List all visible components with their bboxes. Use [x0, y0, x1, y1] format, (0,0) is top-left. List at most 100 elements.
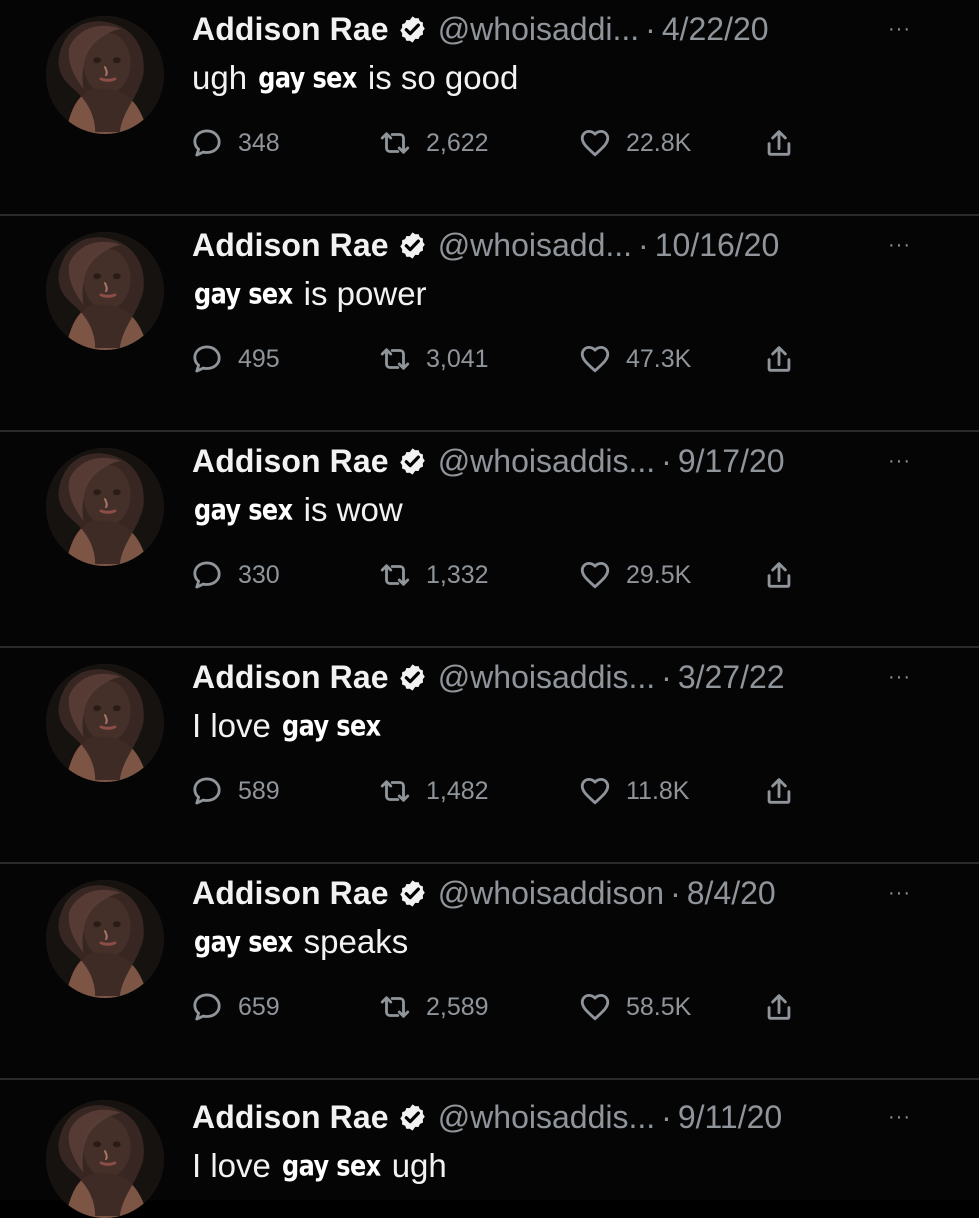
- tweet-actions: 659 2,589 58.5K: [190, 982, 830, 1032]
- avatar[interactable]: [46, 880, 164, 998]
- retweet-button[interactable]: 3,041: [378, 334, 489, 384]
- retweet-svg: [380, 996, 410, 1018]
- avatar[interactable]: [46, 232, 164, 350]
- meta-separator: ·: [661, 442, 672, 479]
- retweet-button[interactable]: 1,332: [378, 550, 489, 600]
- tweet-text-segment: ugh: [391, 1147, 447, 1184]
- more-icon[interactable]: ···: [888, 1094, 911, 1140]
- reply-button[interactable]: 589: [190, 766, 280, 816]
- tweet-date[interactable]: 9/17/20: [678, 443, 785, 480]
- heart-icon: [578, 774, 626, 808]
- like-count: 11.8K: [626, 776, 690, 805]
- reply-svg: [193, 345, 221, 373]
- tweet-feed: Addison Rae @whoisaddi... · 4/22/20 ··· …: [0, 0, 979, 1218]
- share-button[interactable]: [762, 982, 810, 1032]
- avatar[interactable]: [46, 16, 164, 134]
- author-handle[interactable]: @whoisaddison: [438, 875, 664, 912]
- avatar-image: [46, 232, 164, 350]
- author-handle[interactable]: @whoisaddis...: [438, 1099, 655, 1136]
- more-icon[interactable]: ···: [888, 6, 911, 52]
- avatar[interactable]: [46, 448, 164, 566]
- like-button[interactable]: 22.8K: [578, 118, 691, 168]
- tweet-actions: 589 1,482 11.8K: [190, 766, 830, 816]
- reply-button[interactable]: 330: [190, 550, 280, 600]
- tweet-text-space: [294, 275, 303, 313]
- share-button[interactable]: [762, 766, 810, 816]
- tweet-date[interactable]: 10/16/20: [655, 227, 780, 264]
- meta-separator: ·: [638, 226, 649, 263]
- tweet-date[interactable]: 9/11/20: [678, 1099, 782, 1136]
- author-handle[interactable]: @whoisadd...: [438, 227, 632, 264]
- tweet-text-segment: ugh: [192, 59, 248, 96]
- author-name[interactable]: Addison Rae: [192, 443, 389, 480]
- heart-svg: [580, 561, 610, 589]
- retweet-count: 3,041: [426, 344, 489, 373]
- more-icon[interactable]: ···: [888, 870, 911, 916]
- author-handle[interactable]: @whoisaddi...: [438, 11, 639, 48]
- tweet-date[interactable]: 3/27/22: [678, 659, 785, 696]
- like-button[interactable]: 47.3K: [578, 334, 691, 384]
- author-name[interactable]: Addison Rae: [192, 659, 389, 696]
- author-name[interactable]: Addison Rae: [192, 875, 389, 912]
- more-icon[interactable]: ···: [888, 222, 911, 268]
- avatar-image: [46, 880, 164, 998]
- tweet-text-marker: gay sex: [258, 61, 357, 95]
- retweet-count: 1,482: [426, 776, 489, 805]
- share-button[interactable]: [762, 550, 810, 600]
- share-button[interactable]: [762, 334, 810, 384]
- tweet-date[interactable]: 8/4/20: [687, 875, 776, 912]
- like-count: 58.5K: [626, 992, 692, 1021]
- tweet-card[interactable]: Addison Rae @whoisaddis... · 9/17/20 ···…: [0, 432, 979, 648]
- reply-count: 348: [238, 128, 280, 157]
- reply-icon: [190, 990, 238, 1024]
- reply-button[interactable]: 348: [190, 118, 280, 168]
- avatar-image: [46, 1100, 164, 1218]
- tweet-card[interactable]: Addison Rae @whoisadd... · 10/16/20 ··· …: [0, 216, 979, 432]
- share-icon: [762, 774, 810, 808]
- like-count: 22.8K: [626, 128, 692, 157]
- tweet-actions: 348 2,622 22.8K: [190, 118, 830, 168]
- retweet-button[interactable]: 2,589: [378, 982, 489, 1032]
- meta-separator: ·: [645, 10, 656, 47]
- author-name[interactable]: Addison Rae: [192, 227, 389, 264]
- share-icon: [762, 126, 810, 160]
- tweet-header: Addison Rae @whoisaddis... · 3/27/22: [192, 654, 785, 700]
- author-name[interactable]: Addison Rae: [192, 11, 389, 48]
- like-button[interactable]: 29.5K: [578, 550, 691, 600]
- reply-count: 659: [238, 992, 280, 1021]
- retweet-button[interactable]: 1,482: [378, 766, 489, 816]
- avatar[interactable]: [46, 664, 164, 782]
- avatar[interactable]: [46, 1100, 164, 1218]
- heart-icon: [578, 342, 626, 376]
- reply-button[interactable]: 495: [190, 334, 280, 384]
- tweet-text-segment: is power: [303, 275, 427, 312]
- reply-svg: [193, 777, 221, 805]
- retweet-button[interactable]: 2,622: [378, 118, 489, 168]
- tweet-card[interactable]: Addison Rae @whoisaddi... · 4/22/20 ··· …: [0, 0, 979, 216]
- like-button[interactable]: 58.5K: [578, 982, 691, 1032]
- tweet-text-space: [271, 1147, 280, 1185]
- tweet-header: Addison Rae @whoisaddi... · 4/22/20: [192, 6, 769, 52]
- share-button[interactable]: [762, 118, 810, 168]
- reply-button[interactable]: 659: [190, 982, 280, 1032]
- tweet-text-marker: gay sex: [194, 493, 293, 527]
- tweet-text-marker: gay sex: [194, 925, 293, 959]
- tweet-date[interactable]: 4/22/20: [662, 11, 769, 48]
- verified-badge-icon: [399, 231, 425, 259]
- tweet-card[interactable]: Addison Rae @whoisaddis... · 3/27/22 ···…: [0, 648, 979, 864]
- like-button[interactable]: 11.8K: [578, 766, 689, 816]
- author-handle[interactable]: @whoisaddis...: [438, 659, 655, 696]
- tweet-text-marker: gay sex: [194, 277, 293, 311]
- more-icon[interactable]: ···: [888, 654, 911, 700]
- more-icon[interactable]: ···: [888, 438, 911, 484]
- meta-separator: ·: [661, 1098, 672, 1135]
- heart-svg: [580, 777, 610, 805]
- tweet-text-space: [247, 59, 256, 97]
- author-handle[interactable]: @whoisaddis...: [438, 443, 655, 480]
- tweet-text-space: [294, 923, 303, 961]
- author-name[interactable]: Addison Rae: [192, 1099, 389, 1136]
- tweet-card[interactable]: Addison Rae @whoisaddison · 8/4/20 ··· g…: [0, 864, 979, 1080]
- tweet-text-marker: gay sex: [282, 1149, 381, 1183]
- tweet-text: gay sex is power: [192, 272, 427, 316]
- tweet-card[interactable]: Addison Rae @whoisaddis... · 9/11/20 ···…: [0, 1080, 979, 1218]
